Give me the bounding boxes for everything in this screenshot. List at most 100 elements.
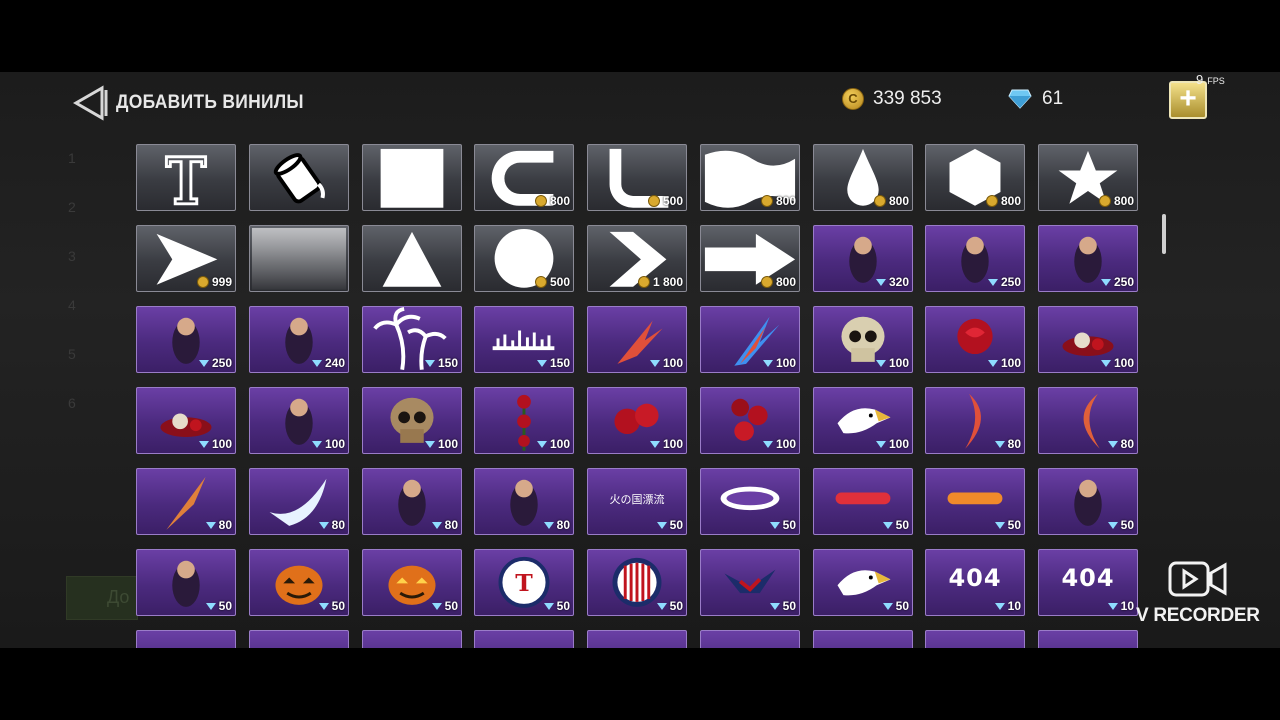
background-number: 1: [68, 150, 76, 166]
background-number: 6: [68, 395, 76, 411]
vinyl-tile[interactable]: 50: [587, 549, 687, 616]
back-arrow-icon: [72, 85, 108, 121]
vinyl-tile[interactable]: 100: [136, 387, 236, 454]
coin-icon: C: [842, 88, 864, 110]
vinyl-tile[interactable]: 50: [813, 468, 913, 535]
vinyl-tile[interactable]: 100: [813, 306, 913, 373]
vinyl-tile[interactable]: 150: [362, 306, 462, 373]
vinyl-price: 100: [762, 437, 796, 451]
vinyl-tile[interactable]: [249, 225, 349, 292]
vinyl-tile[interactable]: [249, 144, 349, 211]
vinyl-tile[interactable]: 100: [700, 387, 800, 454]
vinyl-tile[interactable]: 100: [925, 306, 1025, 373]
vinyl-tile[interactable]: 320: [813, 225, 913, 292]
vinyl-tile[interactable]: 500: [587, 144, 687, 211]
vinyl-tile[interactable]: [813, 630, 913, 648]
vinyl-tile[interactable]: 80: [362, 468, 462, 535]
diamond-icon: [762, 359, 773, 367]
vinyl-tile[interactable]: 50: [700, 549, 800, 616]
vinyl-tile[interactable]: 250: [925, 225, 1025, 292]
vinyl-tile[interactable]: 50: [925, 468, 1025, 535]
vinyl-tile[interactable]: [362, 630, 462, 648]
vinyl-tile[interactable]: 80: [925, 387, 1025, 454]
scrollbar[interactable]: [1162, 214, 1166, 254]
vinyl-tile[interactable]: T 50: [474, 549, 574, 616]
vinyl-tile[interactable]: [700, 630, 800, 648]
diamond-icon: [875, 440, 886, 448]
vinyl-tile[interactable]: [249, 630, 349, 648]
background-number: 2: [68, 199, 76, 215]
price-value: 250: [211, 356, 232, 370]
price-value: 500: [549, 275, 570, 289]
vinyl-tile[interactable]: [1038, 630, 1138, 648]
vinyl-tile[interactable]: [587, 630, 687, 648]
vinyl-tile[interactable]: 100: [587, 306, 687, 373]
vinyl-tile[interactable]: 火の国漂流 50: [587, 468, 687, 535]
vinyl-tile[interactable]: 80: [474, 468, 574, 535]
diamond-icon: [769, 602, 780, 610]
vinyl-tile[interactable]: 100: [474, 387, 574, 454]
vinyl-tile[interactable]: [136, 630, 236, 648]
back-button[interactable]: ДОБАВИТЬ ВИНИЛЫ: [72, 84, 320, 122]
vinyl-tile[interactable]: 50: [362, 549, 462, 616]
vinyl-tile[interactable]: 404 10: [925, 549, 1025, 616]
vinyl-tile[interactable]: [362, 144, 462, 211]
vinyl-tile[interactable]: 100: [813, 387, 913, 454]
vinyl-tile[interactable]: 240: [249, 306, 349, 373]
vinyl-tile[interactable]: 50: [813, 549, 913, 616]
recorder-label: V RECORDER: [1136, 605, 1260, 626]
price-value: 100: [775, 356, 796, 370]
vinyl-tile[interactable]: 100: [1038, 306, 1138, 373]
vinyl-tile[interactable]: 50: [1038, 468, 1138, 535]
diamond-icon: [987, 359, 998, 367]
square-icon: [363, 145, 461, 210]
price-value: 50: [895, 599, 909, 613]
vinyl-price: 10: [1107, 599, 1134, 613]
vinyl-tile[interactable]: 500: [474, 225, 574, 292]
price-value: 80: [331, 518, 345, 532]
vinyl-tile[interactable]: 999: [136, 225, 236, 292]
vinyl-tile[interactable]: 150: [474, 306, 574, 373]
diamond-icon: [318, 521, 329, 529]
vinyl-tile[interactable]: 80: [249, 468, 349, 535]
vinyl-tile[interactable]: 404 10: [1038, 549, 1138, 616]
vinyl-price: 800: [760, 275, 796, 289]
vinyl-tile[interactable]: 800: [700, 225, 800, 292]
vinyl-tile[interactable]: 80: [1038, 387, 1138, 454]
vinyl-tile[interactable]: 50: [700, 468, 800, 535]
vinyl-tile[interactable]: [474, 630, 574, 648]
vinyl-tile[interactable]: 80: [136, 468, 236, 535]
vinyl-tile[interactable]: 800: [925, 144, 1025, 211]
vinyl-tile[interactable]: 100: [700, 306, 800, 373]
coin-icon: [534, 195, 547, 207]
vinyl-price: 250: [1100, 275, 1134, 289]
vinyl-price: 10: [994, 599, 1021, 613]
price-value: 1 800: [652, 275, 683, 289]
vinyl-tile[interactable]: 800: [700, 144, 800, 211]
vinyl-tile[interactable]: 1 800: [587, 225, 687, 292]
vinyl-tile[interactable]: 250: [1038, 225, 1138, 292]
price-value: 800: [1000, 194, 1021, 208]
vinyl-tile[interactable]: 250: [136, 306, 236, 373]
vinyl-price: 80: [543, 518, 570, 532]
vinyl-price: 800: [1098, 194, 1134, 208]
partial-icon: [137, 631, 235, 648]
vinyl-tile[interactable]: 800: [474, 144, 574, 211]
vinyl-tile[interactable]: [362, 225, 462, 292]
vinyl-tile[interactable]: [136, 144, 236, 211]
vinyl-tile[interactable]: 50: [136, 549, 236, 616]
vinyl-text: 火の国漂流: [609, 494, 665, 506]
vinyl-tile[interactable]: [925, 630, 1025, 648]
vinyl-price: 800: [873, 194, 909, 208]
partial-icon: [814, 631, 912, 648]
vinyl-tile[interactable]: 800: [813, 144, 913, 211]
vinyl-tile[interactable]: 800: [1038, 144, 1138, 211]
price-value: 800: [888, 194, 909, 208]
vinyl-tile[interactable]: 50: [249, 549, 349, 616]
vinyl-tile[interactable]: 100: [362, 387, 462, 454]
vinyl-tile[interactable]: 100: [587, 387, 687, 454]
vinyl-price: 80: [205, 518, 232, 532]
diamond-icon: [1107, 521, 1118, 529]
vinyl-price: 100: [762, 356, 796, 370]
vinyl-tile[interactable]: 100: [249, 387, 349, 454]
